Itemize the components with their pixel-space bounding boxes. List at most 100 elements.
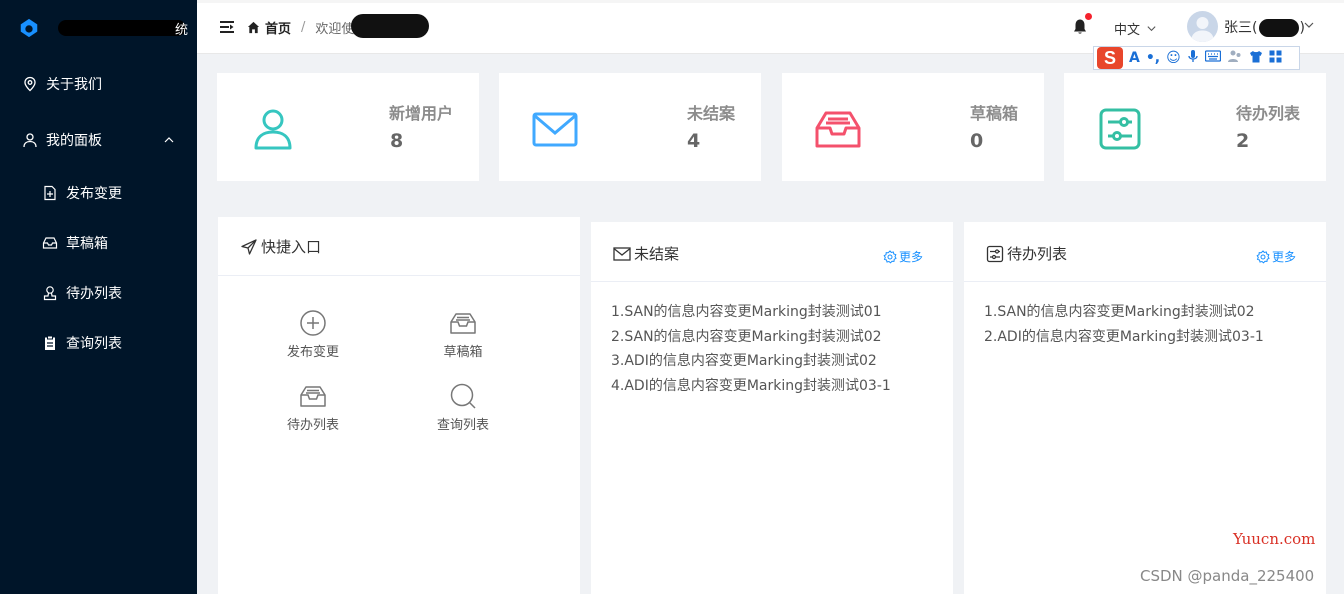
panel-title-label: 快捷入口 — [261, 238, 322, 256]
stat-card-new-users[interactable]: 新增用户 8 — [217, 73, 479, 181]
breadcrumb-current-label: 欢迎使 — [315, 22, 355, 37]
ime-toolbox-icon[interactable] — [1269, 50, 1282, 67]
sidebar-item-about[interactable]: 关于我们 — [0, 56, 197, 112]
list-item[interactable]: 3.ADI的信息内容变更Marking封装测试02 — [611, 349, 953, 374]
stat-label: 未结案 — [686, 104, 735, 123]
breadcrumb-separator: / — [301, 20, 306, 35]
list-item[interactable]: 4.ADI的信息内容变更Marking封装测试03-1 — [611, 374, 953, 399]
stat-label: 待办列表 — [1235, 104, 1300, 123]
breadcrumb-home[interactable]: 首页 — [265, 18, 291, 37]
ime-skin-icon[interactable] — [1249, 50, 1263, 67]
app-title-tail: 统 — [174, 23, 188, 38]
clipboard-icon — [42, 335, 58, 351]
ime-logo[interactable]: S — [1097, 47, 1123, 69]
more-label: 更多 — [1271, 250, 1296, 264]
redaction-mark — [1259, 19, 1300, 37]
stat-card-unclosed[interactable]: 未结案 4 — [499, 73, 761, 181]
chevron-down-icon — [1147, 26, 1156, 32]
header-top-line — [197, 0, 1344, 3]
username-label: 张三( — [1224, 20, 1258, 36]
sidebar: 统 关于我们 我的面板 发布变更 草稿箱 待办列表 查询列表 — [0, 0, 197, 594]
sidebar-item-label: 草稿箱 — [66, 236, 108, 252]
quick-item-label: 草稿箱 — [443, 345, 483, 360]
panel-title: 待办列表 — [986, 243, 1067, 264]
sidebar-item-label: 发布变更 — [66, 186, 122, 202]
avatar[interactable] — [1187, 11, 1218, 42]
stat-value: 4 — [687, 130, 701, 152]
sidebar-item-drafts[interactable]: 草稿箱 — [0, 218, 197, 268]
username[interactable]: 张三() — [1224, 17, 1305, 37]
site-watermark: Yuucn.com — [1233, 530, 1316, 548]
stat-label: 草稿箱 — [969, 104, 1018, 123]
quick-item-query[interactable]: 查询列表 — [418, 382, 508, 433]
unclosed-panel: 未结案 更多 1.SAN的信息内容变更Marking封装测试01 2.SAN的信… — [591, 222, 953, 594]
app-logo-icon — [20, 18, 38, 38]
list-item[interactable]: 1.SAN的信息内容变更Marking封装测试01 — [611, 300, 953, 325]
ime-punctuation-icon[interactable]: •, — [1146, 50, 1160, 66]
stat-card-todo[interactable]: 待办列表 2 — [1064, 73, 1326, 181]
ime-emoji-icon[interactable]: ☺ — [1166, 50, 1181, 66]
chevron-down-icon[interactable] — [1303, 19, 1315, 31]
home-icon — [247, 21, 260, 34]
panel-title-label: 未结案 — [634, 245, 680, 263]
breadcrumb: 首页 / 欢迎使 — [247, 14, 430, 38]
todo-icon — [1099, 108, 1141, 150]
redaction-mark — [58, 20, 186, 36]
mail-icon — [613, 246, 631, 261]
panel-title: 未结案 — [613, 243, 679, 264]
more-link[interactable]: 更多 — [883, 248, 923, 265]
stat-value: 2 — [1236, 130, 1250, 152]
ime-toolbar: S A •, ☺ — [1093, 46, 1300, 70]
redaction-mark — [351, 14, 430, 38]
stat-value: 8 — [390, 130, 404, 152]
csdn-watermark: CSDN @panda_225400 — [1140, 567, 1315, 585]
inbox-icon — [815, 111, 861, 148]
inbox-icon — [42, 235, 58, 251]
sidebar-item-todo[interactable]: 待办列表 — [0, 268, 197, 318]
panel-header: 快捷入口 — [218, 217, 580, 276]
chevron-up-icon[interactable] — [163, 134, 175, 146]
location-icon — [22, 76, 38, 92]
sidebar-item-label: 我的面板 — [46, 133, 102, 149]
quick-item-label: 发布变更 — [286, 345, 339, 360]
add-doc-icon — [42, 185, 58, 201]
quick-item-label: 待办列表 — [286, 418, 339, 433]
user-icon — [22, 132, 38, 148]
sidebar-item-label: 关于我们 — [46, 77, 102, 93]
bell-icon[interactable] — [1072, 18, 1088, 36]
stat-card-drafts[interactable]: 草稿箱 0 — [782, 73, 1044, 181]
inbox-icon — [300, 386, 326, 407]
panel-header: 待办列表 更多 — [964, 222, 1326, 282]
more-link[interactable]: 更多 — [1256, 248, 1296, 265]
quick-item-drafts[interactable]: 草稿箱 — [418, 309, 508, 360]
app-title: 统 — [58, 20, 188, 38]
unclosed-list: 1.SAN的信息内容变更Marking封装测试01 2.SAN的信息内容变更Ma… — [591, 282, 953, 398]
plus-circle-icon — [300, 310, 326, 336]
ime-users-icon[interactable] — [1227, 49, 1243, 67]
sidebar-item-query[interactable]: 查询列表 — [0, 318, 197, 368]
list-item[interactable]: 2.SAN的信息内容变更Marking封装测试02 — [611, 325, 953, 350]
sidebar-item-label: 待办列表 — [66, 286, 122, 302]
language-select[interactable]: 中文 — [1114, 19, 1157, 38]
ime-mic-icon[interactable] — [1187, 49, 1199, 67]
logo-row: 统 — [0, 0, 197, 56]
quick-item-publish-change[interactable]: 发布变更 — [268, 309, 358, 360]
todo-icon — [986, 245, 1004, 262]
inbox-icon — [450, 313, 476, 334]
language-label: 中文 — [1114, 23, 1141, 38]
notification-dot — [1085, 13, 1092, 20]
list-item[interactable]: 2.ADI的信息内容变更Marking封装测试03-1 — [984, 325, 1326, 350]
sidebar-item-my-panel[interactable]: 我的面板 — [0, 112, 197, 168]
list-item[interactable]: 1.SAN的信息内容变更Marking封装测试02 — [984, 300, 1326, 325]
stat-label: 新增用户 — [388, 104, 453, 123]
more-label: 更多 — [898, 250, 923, 264]
ime-keyboard-icon[interactable] — [1204, 50, 1221, 66]
person-stamp-icon — [42, 285, 58, 301]
sidebar-item-publish-change[interactable]: 发布变更 — [0, 168, 197, 218]
quick-item-todo[interactable]: 待办列表 — [268, 382, 358, 433]
search-icon — [450, 383, 476, 409]
quick-item-label: 查询列表 — [436, 418, 489, 433]
gear-icon — [1256, 249, 1270, 263]
menu-toggle-icon[interactable] — [219, 19, 235, 35]
ime-font-icon[interactable]: A — [1129, 50, 1140, 66]
